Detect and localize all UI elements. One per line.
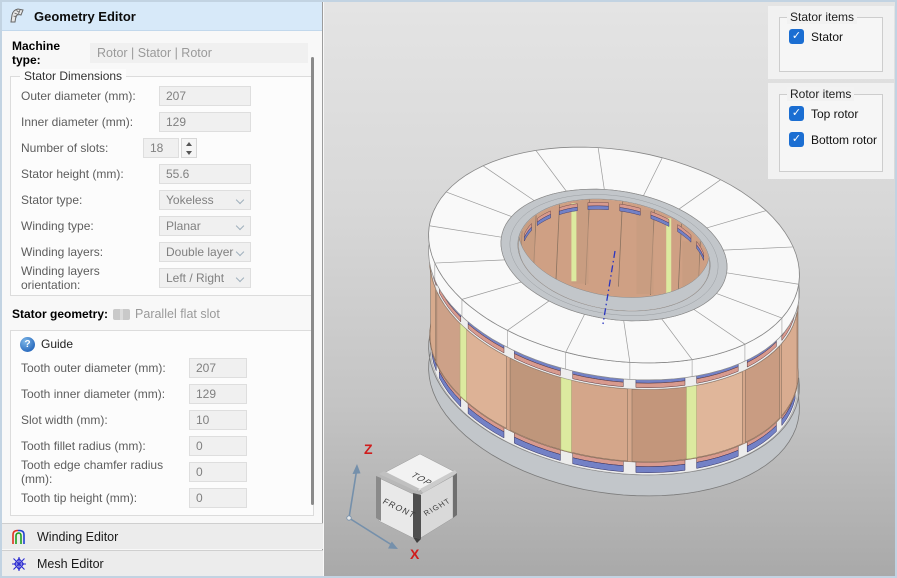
guide-label: Guide [41, 337, 74, 351]
tooth-outer-diameter-input[interactable]: 207 [189, 358, 247, 378]
top-rotor-checkbox[interactable]: ✓ [789, 106, 804, 121]
top-rotor-label: Top rotor [811, 106, 859, 121]
chevron-down-icon [235, 273, 245, 283]
rotor-items-panel: Rotor items ✓ Top rotor ✓ Bottom rotor [768, 83, 894, 179]
winding-type-label: Winding type: [21, 219, 94, 233]
number-of-slots-input[interactable]: 18 [143, 138, 179, 158]
tooth-tip-height-label: Tooth tip height (mm): [21, 491, 138, 505]
tooth-fillet-radius-label: Tooth fillet radius (mm): [21, 439, 146, 453]
stator-type-select[interactable]: Yokeless [159, 190, 251, 210]
tooth-inner-diameter-label: Tooth inner diameter (mm): [21, 387, 166, 401]
stator-items-groupbox: Stator items ✓ Stator [779, 10, 883, 72]
tooth-parameters-box: ? Guide Tooth outer diameter (mm): 207 Too… [10, 330, 314, 516]
rotor-items-groupbox: Rotor items ✓ Top rotor ✓ Bottom rotor [779, 87, 883, 172]
number-of-slots-row: Number of slots: 18 [11, 135, 313, 161]
stator-dimensions-legend: Stator Dimensions [20, 69, 127, 83]
winding-type-value: Planar [166, 219, 201, 233]
winding-layers-orientation-select[interactable]: Left / Right [159, 268, 251, 288]
bottom-rotor-checkbox-row: ✓ Bottom rotor [789, 132, 882, 147]
stator-checkbox[interactable]: ✓ [789, 29, 804, 44]
geometry-editor-panel: Geometry Editor Machine type: Rotor | St… [2, 2, 323, 576]
tooth-fillet-radius-input[interactable]: 0 [189, 436, 247, 456]
tooth-inner-diameter-row: Tooth inner diameter (mm): 129 [11, 381, 313, 407]
stator-geometry-label: Stator geometry: [12, 307, 109, 321]
winding-type-row: Winding type: Planar [11, 213, 313, 239]
tooth-outer-diameter-label: Tooth outer diameter (mm): [21, 361, 166, 375]
stator-height-input[interactable]: 55.6 [159, 164, 251, 184]
stator-label: Stator [811, 29, 844, 44]
tooth-edge-chamfer-radius-label: Tooth edge chamfer radius (mm): [21, 458, 164, 486]
tooth-inner-diameter-input[interactable]: 129 [189, 384, 247, 404]
stator-dimensions-groupbox: Stator Dimensions Outer diameter (mm): 20… [10, 69, 314, 296]
panel-title: Geometry Editor [34, 8, 136, 24]
parallel-flat-slot-icon [113, 308, 131, 320]
machine-type-field[interactable]: Rotor | Stator | Rotor [90, 43, 308, 63]
winding-editor-section[interactable]: Winding Editor [2, 523, 323, 549]
winding-layers-label: Winding layers: [21, 245, 104, 259]
top-rotor-checkbox-row: ✓ Top rotor [789, 106, 882, 121]
slot-width-label: Slot width (mm): [21, 413, 108, 427]
z-axis-label: Z [364, 441, 373, 457]
winding-layers-select[interactable]: Double layer [159, 242, 251, 262]
spinner-down-button[interactable] [182, 148, 196, 157]
outer-diameter-row: Outer diameter (mm): 207 [11, 83, 313, 109]
stator-height-label: Stator height (mm): [21, 167, 124, 181]
machine-type-label: Machine type: [12, 39, 61, 67]
spinner-up-button[interactable] [182, 139, 196, 148]
winding-type-select[interactable]: Planar [159, 216, 251, 236]
winding-layers-orientation-label: Winding layers orientation: [21, 264, 100, 292]
mesh-editor-section[interactable]: Mesh Editor [2, 550, 323, 576]
bottom-rotor-label: Bottom rotor [811, 132, 878, 147]
mesh-editor-icon [12, 556, 26, 571]
winding-editor-icon [12, 529, 25, 544]
winding-editor-label: Winding Editor [37, 529, 119, 544]
stator-geometry-row: Stator geometry: Parallel flat slot [12, 302, 322, 326]
winding-layers-row: Winding layers: Double layer [11, 239, 313, 265]
rotor-items-legend: Rotor items [787, 87, 855, 101]
guide-row[interactable]: ? Guide [11, 333, 313, 355]
bottom-rotor-checkbox[interactable]: ✓ [789, 132, 804, 147]
stator-items-panel: Stator items ✓ Stator [768, 6, 894, 79]
number-of-slots-spin-buttons [181, 138, 197, 158]
tooth-edge-chamfer-radius-row: Tooth edge chamfer radius (mm): 0 [11, 458, 313, 486]
slot-width-input[interactable]: 10 [189, 410, 247, 430]
chevron-down-icon [235, 247, 245, 257]
view-cube[interactable]: TOPFRONT RIGHT [376, 453, 457, 543]
number-of-slots-label: Number of slots: [21, 141, 109, 155]
motor-model[interactable] [414, 142, 814, 497]
geometry-editor-header[interactable]: Geometry Editor [2, 2, 322, 31]
tooth-outer-diameter-row: Tooth outer diameter (mm): 207 [11, 355, 313, 381]
chevron-down-icon [235, 195, 245, 205]
stator-height-row: Stator height (mm): 55.6 [11, 161, 313, 187]
inner-diameter-row: Inner diameter (mm): 129 [11, 109, 313, 135]
winding-layers-value: Double layer [166, 245, 234, 259]
number-of-slots-stepper: 18 [143, 138, 197, 158]
winding-layers-orientation-row: Winding layers orientation: Left / Right [11, 264, 313, 292]
chevron-down-icon [235, 221, 245, 231]
tooth-fillet-radius-row: Tooth fillet radius (mm): 0 [11, 433, 313, 459]
outer-diameter-input[interactable]: 207 [159, 86, 251, 106]
x-axis-label: X [410, 546, 420, 562]
winding-layers-orientation-value: Left / Right [166, 271, 225, 285]
stator-type-label: Stator type: [21, 193, 83, 207]
stator-type-row: Stator type: Yokeless [11, 187, 313, 213]
stator-items-legend: Stator items [787, 10, 858, 24]
inner-diameter-label: Inner diameter (mm): [21, 115, 134, 129]
stator-geometry-value: Parallel flat slot [135, 307, 220, 321]
tooth-edge-chamfer-radius-input[interactable]: 0 [189, 462, 247, 482]
machine-type-row: Machine type: Rotor | Stator | Rotor [12, 39, 308, 67]
geometry-editor-icon [10, 8, 24, 23]
outer-diameter-label: Outer diameter (mm): [21, 89, 136, 103]
inner-diameter-input[interactable]: 129 [159, 112, 251, 132]
stator-checkbox-row: ✓ Stator [789, 29, 882, 44]
tooth-tip-height-row: Tooth tip height (mm): 0 [11, 485, 313, 511]
help-question-icon[interactable]: ? [20, 336, 35, 352]
tooth-tip-height-input[interactable]: 0 [189, 488, 247, 508]
application-window: Geometry Editor Machine type: Rotor | St… [0, 0, 897, 578]
stator-type-value: Yokeless [166, 193, 214, 207]
slot-width-row: Slot width (mm): 10 [11, 407, 313, 433]
mesh-editor-label: Mesh Editor [37, 556, 104, 571]
vertical-scrollbar[interactable] [311, 57, 314, 505]
